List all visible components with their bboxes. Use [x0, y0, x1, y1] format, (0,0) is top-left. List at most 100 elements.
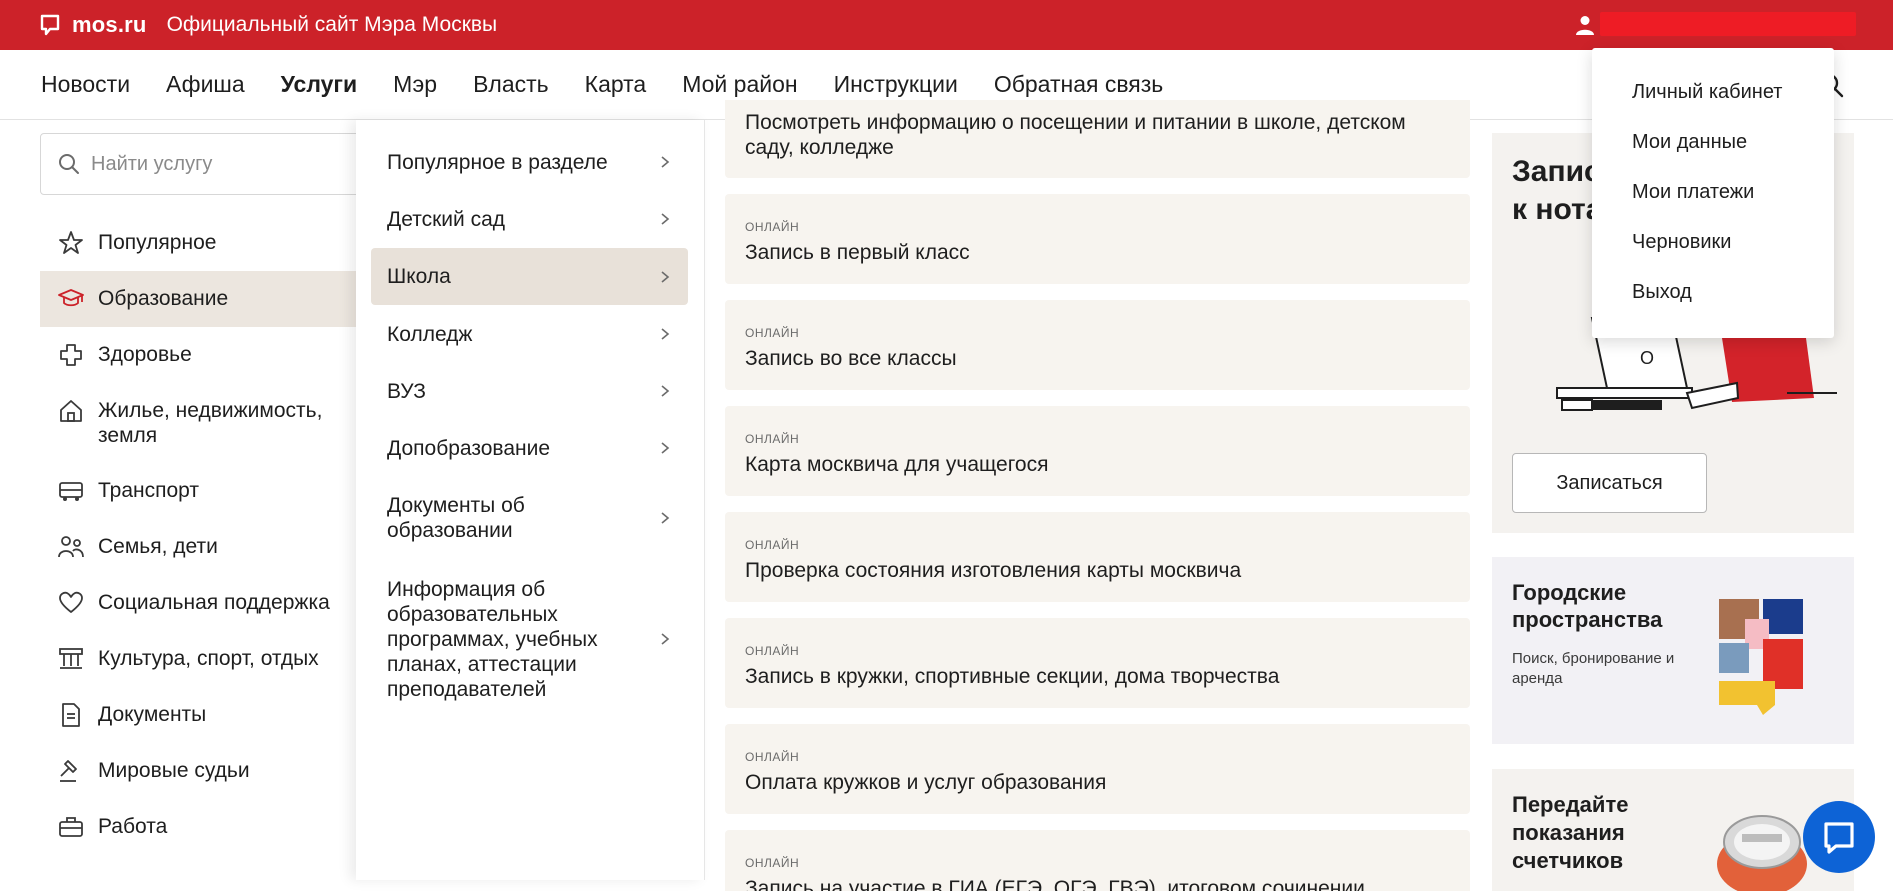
chevron-right-icon [661, 156, 670, 168]
subcategory-college[interactable]: Колледж [371, 314, 688, 354]
service-card[interactable]: ОНЛАЙН Оплата кружков и услуг образовани… [725, 724, 1470, 814]
category-label: Жилье, недвижимость, земля [98, 399, 323, 447]
search-input[interactable] [91, 152, 351, 176]
nav-item-mayor[interactable]: Мэр [393, 71, 437, 98]
category-culture[interactable]: Культура, спорт, отдых [40, 631, 370, 687]
category-label: Культура, спорт, отдых [98, 647, 319, 670]
service-title: Оплата кружков и услуг образования [745, 771, 1107, 794]
subcategory-programs-info[interactable]: Информация об образовательных программах… [371, 576, 688, 702]
online-badge: ОНЛАЙН [745, 326, 800, 340]
user-icon[interactable] [1574, 14, 1596, 36]
subcategory-kindergarten[interactable]: Детский сад [371, 199, 688, 239]
category-transport[interactable]: Транспорт [40, 463, 370, 519]
chevron-right-icon [661, 512, 670, 524]
site-logo[interactable]: mos.ru [40, 12, 147, 38]
notary-signup-button[interactable]: Записаться [1512, 453, 1707, 513]
house-icon [60, 400, 82, 422]
nav-item-services[interactable]: Услуги [281, 71, 357, 98]
category-list: Популярное Образование Здоровье Жилье, н… [40, 215, 370, 855]
medical-cross-icon [60, 344, 82, 366]
menu-item-logout[interactable]: Выход [1592, 280, 1834, 330]
top-bar: mos.ru Официальный сайт Мэра Москвы [0, 0, 1893, 50]
subcategory-popular[interactable]: Популярное в разделе [371, 142, 688, 182]
promo-meters-title: Передайте показания счетчиков [1512, 792, 1629, 873]
nav-item-instructions[interactable]: Инструкции [834, 71, 958, 98]
chevron-right-icon [661, 442, 670, 454]
online-badge: ОНЛАЙН [745, 856, 800, 870]
subcategory-label: ВУЗ [387, 379, 426, 403]
category-education[interactable]: Образование [40, 271, 370, 327]
service-card[interactable]: ОНЛАЙН Запись на участие в ГИА (ЕГЭ, ОГЭ… [725, 830, 1470, 891]
subcategory-extra-education[interactable]: Допобразование [371, 428, 688, 468]
category-social-support[interactable]: Социальная поддержка [40, 575, 370, 631]
category-label: Транспорт [98, 479, 199, 502]
nav-item-afisha[interactable]: Афиша [166, 71, 245, 98]
category-health[interactable]: Здоровье [40, 327, 370, 383]
nav-item-map[interactable]: Карта [585, 71, 647, 98]
category-label: Социальная поддержка [98, 591, 330, 614]
chevron-right-icon [661, 213, 670, 225]
menu-item-personal-account[interactable]: Личный кабинет [1592, 80, 1834, 130]
family-icon [58, 536, 84, 558]
service-title: Посмотреть информацию о посещении и пита… [745, 111, 1406, 159]
service-card[interactable]: ОНЛАЙН Запись во все классы [725, 300, 1470, 390]
category-popular[interactable]: Популярное [40, 215, 370, 271]
category-label: Образование [98, 287, 229, 310]
service-card[interactable]: ОНЛАЙН Запись в первый класс [725, 194, 1470, 284]
chevron-right-icon [661, 385, 670, 397]
bus-icon [59, 482, 83, 501]
service-card[interactable]: ОНЛАЙН Карта москвича для учащегося [725, 406, 1470, 496]
category-work[interactable]: Работа [40, 799, 370, 855]
document-icon [62, 703, 80, 727]
gavel-icon [60, 760, 77, 782]
chevron-right-icon [661, 270, 670, 283]
subcategory-education-documents[interactable]: Документы об образовании [371, 490, 688, 546]
online-badge: ОНЛАЙН [745, 538, 800, 552]
online-badge: ОНЛАЙН [745, 644, 800, 658]
service-title: Проверка состояния изготовления карты мо… [745, 559, 1242, 582]
service-card[interactable]: ОНЛАЙН Проверка состояния изготовления к… [725, 512, 1470, 602]
promo-spaces-title: Городские пространства [1512, 580, 1663, 632]
subcategory-label: Популярное в разделе [387, 150, 608, 174]
chevron-right-icon [661, 328, 670, 340]
user-name-redacted[interactable] [1600, 12, 1856, 36]
category-justices[interactable]: Мировые судьи [40, 743, 370, 799]
service-title: Запись на участие в ГИА (ЕГЭ, ОГЭ, ГВЭ),… [745, 877, 1365, 891]
chat-button[interactable] [1803, 801, 1875, 873]
subcategory-school[interactable]: Школа [371, 248, 688, 305]
promo-spaces-text: Поиск, бронирование и аренда [1512, 650, 1675, 687]
subcategory-panel: Популярное в разделе Детский сад Школа К… [356, 120, 705, 880]
service-list: Посмотреть информацию о посещении и пита… [725, 100, 1470, 891]
promo-meters[interactable]: Передайте показания счетчиков [1492, 769, 1854, 891]
online-badge: ОНЛАЙН [745, 220, 800, 234]
category-housing[interactable]: Жилье, недвижимость, земля [40, 383, 370, 463]
online-badge: ОНЛАЙН [745, 432, 800, 446]
subcategory-label: Допобразование [387, 436, 551, 460]
nav-item-news[interactable]: Новости [41, 71, 130, 98]
subcategory-university[interactable]: ВУЗ [371, 371, 688, 411]
category-documents[interactable]: Документы [40, 687, 370, 743]
briefcase-icon [59, 817, 83, 837]
museum-icon [59, 648, 83, 669]
graduation-cap-icon [58, 289, 84, 307]
category-family[interactable]: Семья, дети [40, 519, 370, 575]
subcategory-label: Школа [387, 265, 451, 288]
promo-city-spaces[interactable]: Городские пространства Поиск, бронирован… [1492, 557, 1854, 744]
nav-item-feedback[interactable]: Обратная связь [994, 71, 1163, 98]
service-title: Запись в первый класс [745, 241, 970, 264]
service-title: Запись во все классы [745, 347, 957, 370]
nav-item-my-district[interactable]: Мой район [682, 71, 797, 98]
svg-text:O: O [1640, 348, 1654, 368]
heart-icon [59, 591, 83, 613]
mosru-logo-icon [40, 14, 60, 36]
menu-item-my-payments[interactable]: Мои платежи [1592, 180, 1834, 230]
star-icon [59, 231, 83, 254]
chat-bubble-icon [1824, 822, 1854, 854]
menu-item-my-data[interactable]: Мои данные [1592, 130, 1834, 180]
service-card[interactable]: ОНЛАЙН Запись в кружки, спортивные секци… [725, 618, 1470, 708]
menu-item-drafts[interactable]: Черновики [1592, 230, 1834, 280]
nav-item-government[interactable]: Власть [473, 71, 549, 98]
search-icon [59, 154, 79, 174]
category-label: Популярное [98, 231, 217, 254]
service-card[interactable]: Посмотреть информацию о посещении и пита… [725, 100, 1470, 178]
